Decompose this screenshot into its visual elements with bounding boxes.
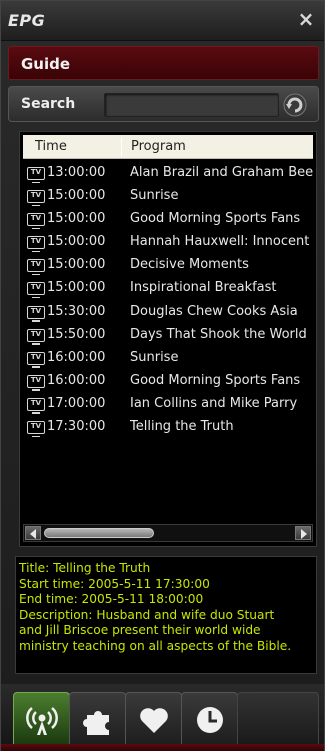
title-bar[interactable]: EPG × [1,1,324,41]
tv-icon: TV [27,328,45,345]
table-row[interactable]: TV 15:00:00 Inspirational Breakfast [23,277,315,300]
table-row[interactable]: TV 15:00:00 Good Morning Sports Fans [23,208,315,231]
program-detail: Title: Telling the Truth Start time: 200… [15,556,317,674]
table-row[interactable]: TV 15:00:00 Sunrise [23,185,315,208]
program-rows: TV 13:00:00 Alan Brazil and Graham Bee TV 15… [23,162,315,439]
tab-schedule[interactable] [181,692,238,744]
tv-icon: TV [27,351,45,368]
scroll-thumb[interactable] [44,528,154,538]
horizontal-scrollbar[interactable] [23,524,313,542]
row-time: 15:00:00 [47,257,106,273]
tab-broadcast[interactable] [13,692,70,744]
tv-icon: TV [27,259,45,276]
row-program: Telling the Truth [130,419,234,435]
scroll-left-button[interactable] [25,526,41,540]
detail-description-line-1: Description: Husband and wife duo Stuart [19,607,275,622]
row-program: Sunrise [130,349,179,365]
tv-icon: TV [27,213,45,230]
row-program: Inspirational Breakfast [130,280,277,296]
detail-start-time: Start time: 2005-5-11 17:30:00 [19,576,210,591]
row-time: 13:00:00 [47,165,106,180]
tv-icon: TV [27,374,45,391]
row-time: 17:30:00 [47,419,106,435]
tv-icon: TV [27,282,45,299]
table-row[interactable]: TV 16:00:00 Sunrise [23,347,315,370]
row-program: Hannah Hauxwell: Innocent [130,234,310,250]
row-time: 17:00:00 [47,395,106,411]
tv-icon: TV [27,397,45,414]
row-program: Alan Brazil and Graham Bee [130,165,314,180]
search-bar: Search [8,86,319,122]
guide-header: Guide [8,46,319,80]
epg-window: EPG × Guide Search Time Program TV 13:00:… [0,0,325,751]
table-row[interactable]: TV 17:00:00 Ian Collins and Mike Parry [23,393,315,416]
bottom-strip [1,744,324,751]
table-row[interactable]: TV 15:30:00 Douglas Chew Cooks Asia [23,301,315,324]
row-time: 16:00:00 [47,372,106,388]
row-time: 15:00:00 [47,188,106,204]
table-row[interactable]: TV 13:00:00 Alan Brazil and Graham Bee [23,162,315,185]
detail-description-line-2: and Jill Briscoe present their world wid… [19,623,261,637]
table-row[interactable]: TV 15:50:00 Days That Shook the World [23,324,315,347]
close-button[interactable]: × [296,9,316,29]
tab-bar [1,684,324,751]
program-list: Time Program TV 13:00:00 Alan Brazil and G… [19,131,317,547]
column-header-program[interactable]: Program [131,139,186,154]
row-program: Decisive Moments [130,257,249,273]
puzzle-icon [83,711,109,735]
scroll-right-button[interactable] [295,526,311,540]
row-program: Douglas Chew Cooks Asia [130,303,298,319]
table-row[interactable]: TV 16:00:00 Good Morning Sports Fans [23,370,315,393]
row-program: Days That Shook the World [130,326,307,342]
detail-title: Title: Telling the Truth [19,561,151,575]
tv-icon: TV [27,236,45,253]
table-row[interactable]: TV 15:00:00 Hannah Hauxwell: Innocent [23,231,315,254]
search-label: Search [21,96,76,112]
table-row[interactable]: TV 17:30:00 Telling the Truth [23,416,315,439]
row-time: 15:00:00 [47,234,106,250]
tab-plugins[interactable] [69,692,126,744]
list-header: Time Program [23,135,313,159]
clock-icon [197,707,223,733]
row-time: 16:00:00 [47,349,106,365]
tv-icon: TV [27,167,45,183]
tv-icon: TV [27,190,45,207]
row-time: 15:30:00 [47,303,106,319]
guide-label: Guide [21,55,71,73]
row-time: 15:50:00 [47,326,106,342]
search-input[interactable] [104,93,279,117]
row-program: Good Morning Sports Fans [130,211,301,227]
detail-description-line-3: ministry teaching on all aspects of the … [19,638,292,653]
row-program: Sunrise [130,188,179,204]
row-time: 15:00:00 [47,211,106,227]
column-separator[interactable] [121,138,122,156]
tab-favorites[interactable] [125,692,182,744]
detail-end-time: End time: 2005-5-11 18:00:00 [19,592,204,606]
row-time: 15:00:00 [47,280,106,296]
refresh-icon[interactable] [282,92,308,118]
tab-spacer [237,692,319,744]
tv-icon: TV [27,421,45,438]
column-header-time[interactable]: Time [35,139,67,154]
row-program: Good Morning Sports Fans [130,372,301,388]
broadcast-icon [26,707,58,735]
table-row[interactable]: TV 15:00:00 Decisive Moments [23,254,315,277]
heart-icon [140,708,168,733]
tv-icon: TV [27,305,45,322]
window-title: EPG [8,11,46,30]
row-program: Ian Collins and Mike Parry [130,395,298,411]
